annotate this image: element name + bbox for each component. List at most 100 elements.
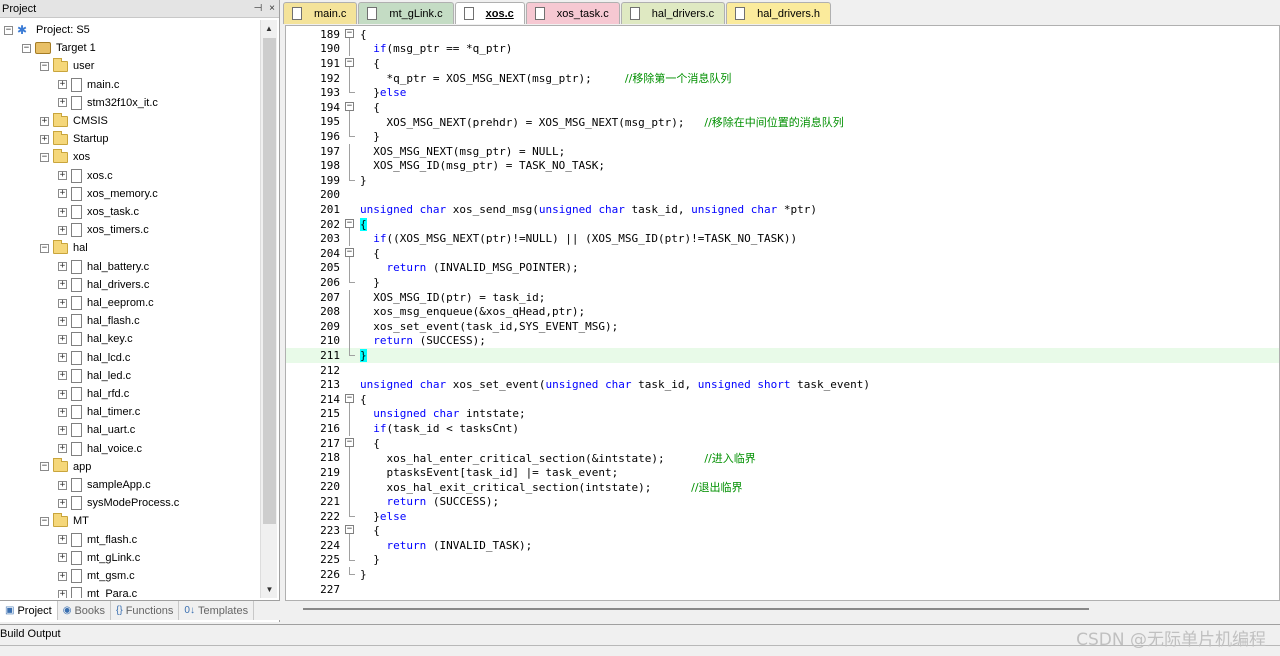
tree-item[interactable]: + hal_lcd.c	[58, 349, 130, 367]
fold-toggle-icon[interactable]: −	[342, 27, 356, 42]
file-tab[interactable]: main.c	[283, 2, 358, 24]
code-line[interactable]: 227	[286, 582, 1279, 597]
expand-icon[interactable]: +	[58, 353, 67, 363]
expand-icon[interactable]: +	[58, 444, 67, 454]
tree-item[interactable]: + hal_flash.c	[58, 312, 140, 330]
expand-icon[interactable]: +	[58, 298, 67, 308]
code-line[interactable]: 204− {	[286, 246, 1279, 261]
fold-toggle-icon[interactable]: −	[342, 392, 356, 407]
code-line[interactable]: 192 *q_ptr = XOS_MSG_NEXT(msg_ptr); //移除…	[286, 70, 1279, 86]
collapse-icon[interactable]: −	[40, 152, 49, 162]
tree-item[interactable]: + main.c	[58, 76, 119, 94]
tree-item[interactable]: + hal_key.c	[58, 330, 133, 348]
code-line[interactable]: 213 unsigned char xos_set_event(unsigned …	[286, 377, 1279, 392]
collapse-icon[interactable]: −	[40, 243, 49, 253]
code-line[interactable]: 226}	[286, 567, 1279, 582]
code-line[interactable]: 196 }	[286, 129, 1279, 144]
expand-icon[interactable]: +	[58, 225, 67, 235]
pin-icon[interactable]: ⊣	[251, 3, 265, 14]
expand-icon[interactable]: +	[58, 189, 67, 199]
tree-item[interactable]: − Target 1	[22, 39, 96, 57]
panel-tab-books[interactable]: ◉ Books	[58, 601, 112, 620]
horizontal-scrollbar[interactable]	[285, 602, 1280, 619]
tree-item[interactable]: + hal_timer.c	[58, 403, 140, 421]
scroll-thumb[interactable]	[263, 38, 276, 524]
panel-tab-templates[interactable]: 0↓ Templates	[179, 601, 255, 620]
code-line[interactable]: 202−{	[286, 217, 1279, 232]
expand-icon[interactable]: +	[58, 98, 67, 108]
close-icon[interactable]: ×	[265, 3, 279, 14]
file-tab[interactable]: hal_drivers.c	[620, 2, 726, 24]
tree-item[interactable]: + xos_memory.c	[58, 185, 158, 203]
code-line[interactable]: 222 }else	[286, 508, 1279, 524]
expand-icon[interactable]: +	[40, 116, 49, 126]
code-line[interactable]: 194− {	[286, 100, 1279, 115]
code-line[interactable]: 201 unsigned char xos_send_msg(unsigned c…	[286, 202, 1279, 217]
code-line[interactable]: 191− {	[286, 56, 1279, 71]
code-line[interactable]: 197 XOS_MSG_NEXT(msg_ptr) = NULL;	[286, 143, 1279, 159]
collapse-icon[interactable]: −	[40, 61, 49, 71]
tree-item[interactable]: − xos	[40, 148, 90, 166]
code-line[interactable]: 210 return (SUCCESS);	[286, 333, 1279, 349]
code-line[interactable]: 211}	[286, 348, 1279, 363]
tree-item[interactable]: − hal	[40, 239, 88, 257]
tree-item[interactable]: − user	[40, 57, 94, 75]
code-line[interactable]: 209 xos_set_event(task_id,SYS_EVENT_MSG)…	[286, 319, 1279, 334]
collapse-icon[interactable]: −	[40, 516, 49, 526]
code-line[interactable]: 207 XOS_MSG_ID(ptr) = task_id;	[286, 289, 1279, 305]
code-line[interactable]: 195 XOS_MSG_NEXT(prehdr) = XOS_MSG_NEXT(…	[286, 114, 1279, 130]
expand-icon[interactable]: +	[58, 425, 67, 435]
tree-item[interactable]: − app	[40, 458, 91, 476]
tree-item[interactable]: + hal_led.c	[58, 367, 131, 385]
tree-item[interactable]: + hal_drivers.c	[58, 276, 149, 294]
code-line[interactable]: 215 unsigned char intstate;	[286, 406, 1279, 422]
expand-icon[interactable]: +	[58, 280, 67, 290]
expand-icon[interactable]: +	[58, 389, 67, 399]
expand-icon[interactable]: +	[58, 407, 67, 417]
tree-item[interactable]: + sysModeProcess.c	[58, 494, 179, 512]
code-line[interactable]: 219 ptasksEvent[task_id] |= task_event;	[286, 465, 1279, 480]
expand-icon[interactable]: +	[58, 535, 67, 545]
tree-item[interactable]: + hal_uart.c	[58, 421, 135, 439]
tree-item[interactable]: + hal_voice.c	[58, 440, 142, 458]
fold-toggle-icon[interactable]: −	[342, 100, 356, 115]
file-tab[interactable]: xos_task.c	[525, 2, 620, 24]
expand-icon[interactable]: +	[58, 171, 67, 181]
expand-icon[interactable]: +	[58, 498, 67, 508]
code-line[interactable]: 200	[286, 188, 1279, 203]
tree-item[interactable]: − ✱ Project: S5	[4, 21, 90, 39]
code-line[interactable]: 205 return (INVALID_MSG_POINTER);	[286, 260, 1279, 276]
expand-icon[interactable]: +	[58, 262, 67, 272]
code-line[interactable]: 189−{	[286, 27, 1279, 42]
tree-item[interactable]: + mt_flash.c	[58, 531, 137, 549]
expand-icon[interactable]: +	[58, 80, 67, 90]
tree-item[interactable]: − MT	[40, 512, 89, 530]
panel-tab-functions[interactable]: {} Functions	[111, 601, 180, 620]
code-line[interactable]: 216 if(task_id < tasksCnt)	[286, 421, 1279, 436]
fold-toggle-icon[interactable]: −	[342, 217, 356, 232]
panel-tab-project[interactable]: ▣ Project	[0, 601, 58, 620]
expand-icon[interactable]: +	[58, 571, 67, 581]
tree-item[interactable]: + xos.c	[58, 167, 113, 185]
tree-item[interactable]: + hal_eeprom.c	[58, 294, 154, 312]
tree-item[interactable]: + hal_rfd.c	[58, 385, 129, 403]
file-tab[interactable]: xos.c	[454, 2, 525, 24]
code-line[interactable]: 203 if((XOS_MSG_NEXT(ptr)!=NULL) || (XOS…	[286, 231, 1279, 246]
collapse-icon[interactable]: −	[4, 25, 13, 35]
code-line[interactable]: 193 }else	[286, 85, 1279, 100]
expand-icon[interactable]: +	[58, 371, 67, 381]
code-line[interactable]: 206 }	[286, 275, 1279, 290]
code-line[interactable]: 190 if(msg_ptr == *q_ptr)	[286, 41, 1279, 57]
tree-item[interactable]: + stm32f10x_it.c	[58, 94, 158, 112]
code-editor[interactable]: 189−{190 if(msg_ptr == *q_ptr) 191− {192 …	[285, 25, 1280, 601]
fold-toggle-icon[interactable]: −	[342, 56, 356, 71]
expand-icon[interactable]: +	[58, 334, 67, 344]
code-line[interactable]: 220 xos_hal_exit_critical_section(intsta…	[286, 479, 1279, 495]
fold-toggle-icon[interactable]: −	[342, 246, 356, 261]
tree-item[interactable]: + Startup	[40, 130, 108, 148]
expand-icon[interactable]: +	[58, 316, 67, 326]
tree-item[interactable]: + hal_battery.c	[58, 258, 149, 276]
code-line[interactable]: 225 }	[286, 552, 1279, 568]
tree-item[interactable]: + mt_Para.c	[58, 585, 137, 598]
scroll-thumb[interactable]	[303, 608, 1089, 610]
